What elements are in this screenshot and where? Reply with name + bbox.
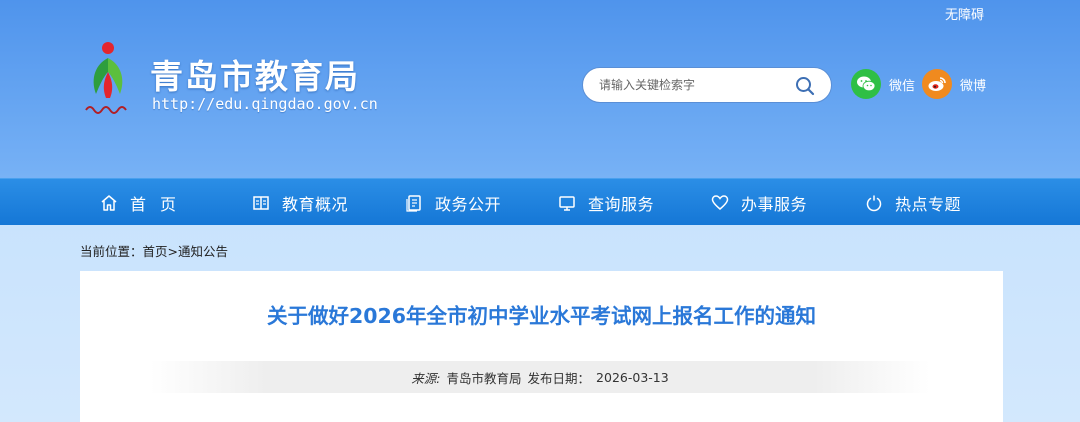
nav-label: 首页	[130, 194, 191, 214]
date-label: 发布日期：	[527, 370, 591, 386]
weibo-icon	[922, 69, 952, 99]
breadcrumb-separator: >	[167, 244, 179, 259]
breadcrumb: 当前位置：首页>通知公告	[80, 241, 228, 260]
home-icon	[101, 194, 117, 211]
source-value: 青岛市教育局	[446, 370, 522, 386]
site-url: http://edu.qingdao.gov.cn	[152, 95, 378, 113]
nav-item-topics[interactable]: 热点专题	[865, 179, 961, 226]
document-icon	[406, 194, 421, 212]
search-box	[582, 67, 832, 103]
site-name[interactable]: 青岛市教育局	[150, 50, 360, 98]
search-input[interactable]	[599, 70, 799, 100]
site-header: 青岛市教育局 http://edu.qingdao.gov.cn 微信	[0, 0, 1080, 178]
wechat-link[interactable]: 微信	[851, 69, 915, 99]
nav-label: 政务公开	[435, 194, 502, 214]
nav-item-services[interactable]: 办事服务	[711, 179, 807, 226]
book-icon	[253, 195, 269, 210]
article-card: 关于做好2026年全市初中学业水平考试网上报名工作的通知 来源: 青岛市教育局 …	[80, 271, 1003, 422]
article-title: 关于做好2026年全市初中学业水平考试网上报名工作的通知	[266, 304, 817, 328]
breadcrumb-prefix: 当前位置：	[80, 244, 143, 259]
weibo-label: 微博	[960, 78, 987, 94]
weibo-link[interactable]: 微博	[922, 69, 986, 99]
power-icon	[866, 194, 882, 211]
wechat-icon	[851, 69, 881, 99]
main-navbar: 首页 教育概况 政务公开 查询服务 办事服务 热点专题	[0, 178, 1080, 225]
breadcrumb-notices-link[interactable]: 通知公告	[178, 244, 228, 259]
date-value: 2026-03-13	[596, 369, 669, 385]
nav-item-query[interactable]: 查询服务	[558, 179, 654, 226]
heart-icon	[711, 194, 729, 210]
nav-label: 热点专题	[895, 194, 962, 214]
article-meta: 来源: 青岛市教育局 发布日期： 2026-03-13	[150, 361, 930, 393]
wechat-label: 微信	[889, 78, 916, 94]
nav-item-overview[interactable]: 教育概况	[252, 179, 348, 226]
breadcrumb-home-link[interactable]: 首页	[143, 244, 168, 259]
nav-label: 查询服务	[588, 194, 655, 214]
source-label: 来源:	[411, 370, 441, 386]
nav-label: 办事服务	[741, 194, 808, 214]
monitor-icon	[559, 195, 575, 211]
nav-item-home[interactable]: 首页	[100, 179, 190, 226]
nav-item-government[interactable]: 政务公开	[405, 179, 501, 226]
logo-emblem-icon	[85, 42, 127, 114]
search-icon[interactable]	[795, 76, 815, 96]
nav-label: 教育概况	[282, 194, 349, 214]
